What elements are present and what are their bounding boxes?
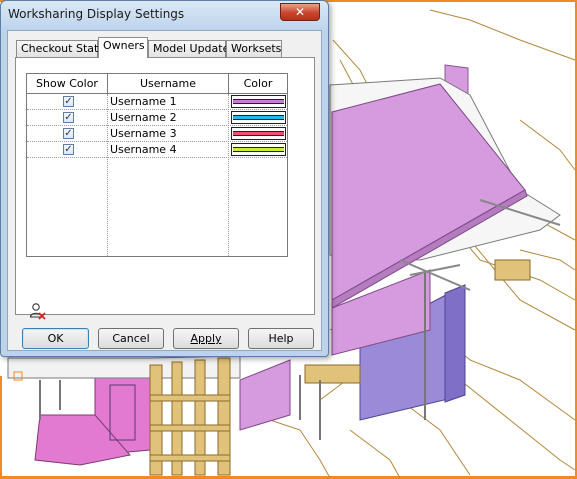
username-cell: Username 4 [110,143,177,156]
table-row: ✓ Username 3 [27,126,287,142]
tab-checkout-status[interactable]: Checkout Status [16,40,111,57]
cancel-button[interactable]: Cancel [98,328,164,349]
apply-button[interactable]: Apply [173,328,239,349]
checkmark-icon: ✓ [64,112,73,123]
ok-button[interactable]: OK [22,328,89,349]
table-row: ✓ Username 2 [27,110,287,126]
color-swatch-fill [233,131,284,136]
checkmark-icon: ✓ [64,96,73,107]
color-swatch[interactable] [231,143,286,156]
column-header-show-color[interactable]: Show Color [27,74,108,94]
remove-user-button[interactable] [29,302,47,320]
username-cell: Username 2 [110,111,177,124]
checkmark-icon: ✓ [64,144,73,155]
show-color-checkbox[interactable]: ✓ [63,144,74,155]
tab-owners[interactable]: Owners [98,37,148,58]
apply-label: Apply [190,332,222,345]
column-header-username[interactable]: Username [108,74,229,94]
dialog-client-area: Checkout Status Owners Model Updates Wor… [7,30,322,351]
table-row: ✓ Username 1 [27,94,287,110]
username-cell: Username 1 [110,95,177,108]
show-color-checkbox[interactable]: ✓ [63,128,74,139]
color-swatch[interactable] [231,127,286,140]
owners-tab-panel: Show Color Username Color ✓ Username 1 ✓… [15,57,315,320]
tab-label: Worksets [231,42,282,55]
username-cell: Username 3 [110,127,177,140]
color-swatch-fill [233,99,284,104]
color-swatch-fill [233,115,284,120]
checkmark-icon: ✓ [64,128,73,139]
show-color-checkbox[interactable]: ✓ [63,96,74,107]
color-swatch[interactable] [231,111,286,124]
color-swatch-fill [233,147,284,152]
close-icon: ✕ [294,5,306,19]
table-row: ✓ Username 4 [27,142,287,158]
worksharing-display-settings-dialog: Worksharing Display Settings ✕ Checkout … [0,0,329,357]
owners-grid: Show Color Username Color ✓ Username 1 ✓… [26,73,288,257]
dialog-title: Worksharing Display Settings [8,7,185,21]
tab-label: Model Updates [153,42,236,55]
color-swatch[interactable] [231,95,286,108]
column-header-color[interactable]: Color [229,74,287,94]
title-bar[interactable]: Worksharing Display Settings ✕ [1,1,328,29]
help-button[interactable]: Help [248,328,314,349]
tab-model-updates[interactable]: Model Updates [148,40,235,57]
tab-label: Owners [103,39,145,52]
tab-worksets[interactable]: Worksets [226,40,282,57]
show-color-checkbox[interactable]: ✓ [63,112,74,123]
close-button[interactable]: ✕ [280,3,320,21]
user-remove-icon [29,303,46,320]
